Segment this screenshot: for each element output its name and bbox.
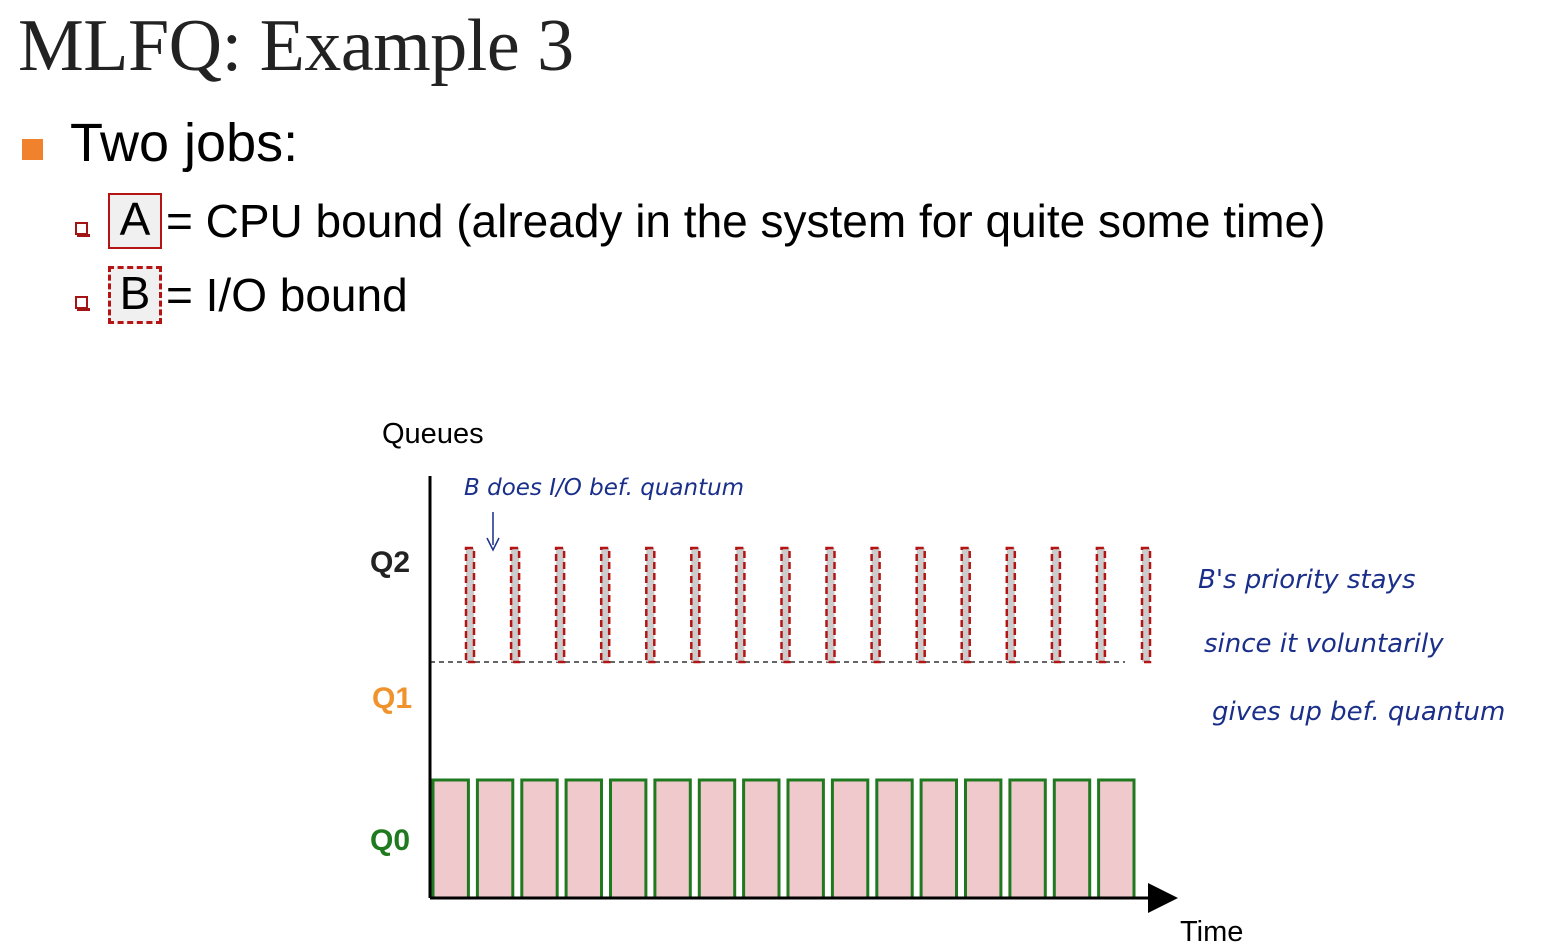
job-b-slice	[1050, 546, 1062, 664]
job-a-slice	[609, 778, 648, 900]
job-a-slice	[742, 778, 781, 900]
job-a-slice	[1097, 778, 1136, 900]
job-a-slice	[830, 778, 870, 900]
annotation-right-line-2: since it voluntarily	[1204, 629, 1444, 659]
annotation-right-line-1: B's priority stays	[1198, 565, 1415, 595]
job-a-slice	[875, 778, 914, 900]
annotation-top: B does I/O bef. quantum	[464, 475, 744, 501]
job-b-slice	[960, 546, 971, 664]
job-b-slice	[464, 546, 476, 664]
job-a-slice	[1052, 778, 1092, 900]
job-b-slices	[464, 546, 1152, 664]
job-b-slice	[509, 546, 521, 664]
job-b-slice	[735, 546, 746, 664]
job-a-slice	[919, 778, 958, 900]
job-b-slice	[554, 546, 566, 664]
job-a-slice	[475, 778, 515, 900]
job-a-slice	[653, 778, 692, 900]
queue-label-q1: Q1	[372, 682, 412, 715]
job-a-slice	[786, 778, 825, 900]
job-b-slice	[780, 546, 791, 664]
job-a-slice	[964, 778, 1003, 900]
job-b-slice	[825, 546, 836, 664]
job-a-slice	[431, 778, 470, 900]
job-b-slice	[1095, 546, 1107, 664]
queue-label-q0: Q0	[370, 824, 410, 857]
y-axis-label: Queues	[382, 418, 484, 450]
x-axis-label: Time	[1180, 916, 1243, 944]
queue-label-q2: Q2	[370, 546, 410, 579]
job-b-slice	[1140, 546, 1152, 664]
job-a-slice	[520, 778, 559, 900]
job-a-slice	[564, 778, 603, 900]
job-b-slice	[645, 546, 656, 664]
job-b-slice	[915, 546, 926, 664]
mlfq-diagram: Queues Time Q2 Q1 Q0 B does I/O bef. qua…	[370, 418, 1505, 944]
job-b-slice	[870, 546, 881, 664]
job-b-slice	[599, 546, 611, 664]
job-b-slice	[1005, 546, 1017, 664]
annotation-right-line-3: gives up bef. quantum	[1212, 697, 1505, 727]
job-a-slices	[431, 778, 1136, 900]
job-b-slice	[690, 546, 701, 664]
job-a-slice	[1008, 778, 1047, 900]
job-a-slice	[697, 778, 737, 900]
annotation-arrow-icon	[486, 512, 500, 552]
